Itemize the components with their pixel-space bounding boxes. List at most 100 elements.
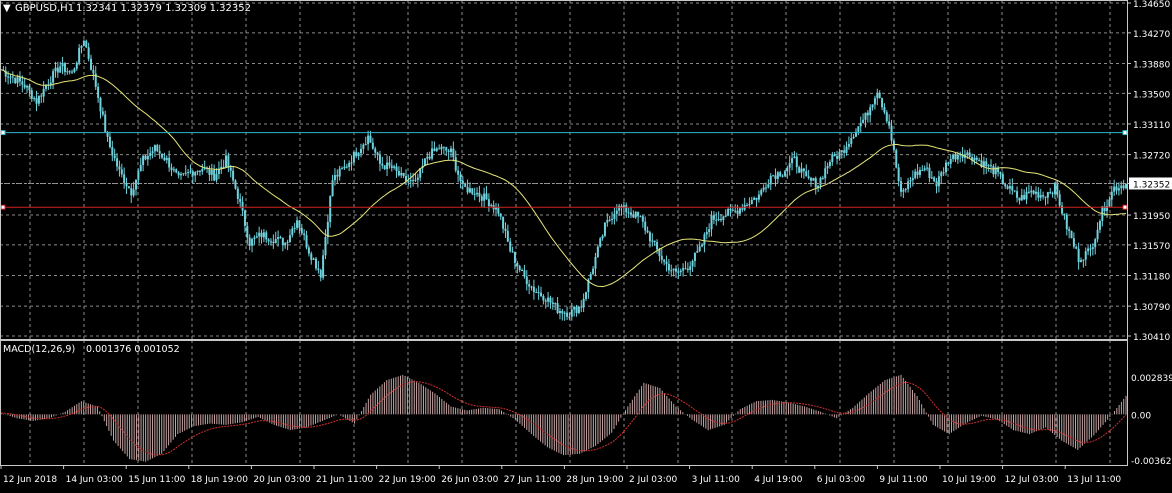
price-tick-label: 1.30410 (1133, 333, 1170, 343)
candle-body (253, 237, 256, 240)
candle-body (641, 216, 644, 222)
candle-body (251, 239, 254, 246)
cyan-line-handle-left[interactable] (0, 130, 6, 136)
candle-body (1056, 183, 1059, 195)
candle-body (149, 153, 152, 156)
candle-body (168, 157, 171, 168)
candle-body (921, 169, 924, 171)
candle-body (156, 145, 159, 152)
candle-body (684, 268, 687, 270)
candle-body (748, 204, 751, 206)
time-tick-label: 15 Jun 11:00 (128, 475, 185, 485)
candle-body (180, 174, 182, 176)
candle-body (682, 268, 685, 271)
red-line-handle-right[interactable] (1122, 204, 1128, 210)
candle-body (1018, 197, 1021, 201)
cyan-line-handle-right[interactable] (1122, 130, 1128, 136)
candle-body (513, 251, 516, 263)
candle-body (397, 170, 400, 176)
candle-body (1046, 192, 1049, 198)
candle-body (1068, 229, 1071, 232)
candle-body (502, 216, 505, 229)
candle-body (821, 177, 824, 179)
candle-body (1053, 183, 1056, 194)
candle-body (1023, 195, 1026, 200)
candle-body (54, 67, 57, 72)
candle-body (229, 167, 232, 171)
candle-body (196, 170, 199, 172)
collapse-arrow-icon[interactable]: ▼ (3, 3, 11, 14)
candle-body (852, 136, 855, 139)
candle-body (378, 154, 381, 164)
candle-body (348, 162, 351, 167)
candle-body (225, 155, 227, 168)
red-line-handle-left[interactable] (0, 204, 6, 210)
candle-body (274, 239, 277, 244)
time-tick-label: 28 Jun 19:00 (566, 475, 623, 485)
candle-body (286, 242, 289, 244)
candle-body (454, 157, 457, 171)
candle-body (715, 219, 718, 221)
candle-body (556, 303, 559, 314)
candle-body (786, 167, 789, 172)
candle-body (945, 162, 947, 173)
candle-body (78, 47, 81, 63)
candle-body (59, 66, 62, 73)
chart-svg[interactable]: ▼ GBPUSD,H1 1.32341 1.32379 1.32309 1.32… (0, 0, 1172, 489)
candle-body (511, 251, 514, 253)
candle-body (947, 162, 950, 164)
candle-body (390, 165, 393, 168)
candle-body (658, 249, 661, 256)
candle-body (163, 157, 166, 161)
candle-body (769, 175, 772, 185)
ohlc-values: 1.32341 1.32379 1.32309 1.32352 (76, 3, 251, 14)
candle-body (11, 76, 14, 78)
candle-body (873, 98, 876, 105)
candle-body (765, 187, 767, 189)
candle-body (175, 169, 178, 173)
time-tick-label: 14 Jun 03:00 (66, 475, 123, 485)
candle-body (393, 166, 396, 168)
candle-body (426, 156, 429, 159)
candle-body (7, 76, 10, 78)
candle-body (793, 156, 796, 159)
candle-body (288, 235, 291, 243)
candle-body (1037, 191, 1040, 198)
candle-body (603, 222, 606, 236)
candle-body (705, 232, 708, 235)
candle-body (736, 210, 739, 214)
candle-body (859, 122, 862, 127)
candle-body (563, 312, 566, 314)
candle-body (227, 155, 230, 168)
trading-chart[interactable]: ▼ GBPUSD,H1 1.32341 1.32379 1.32309 1.32… (0, 0, 1172, 489)
candle-body (601, 235, 604, 239)
candle-body (483, 193, 486, 201)
candle-body (975, 157, 978, 160)
candle-body (1113, 186, 1116, 192)
candle-body (677, 271, 680, 273)
candle-body (686, 268, 689, 270)
candle-body (42, 88, 45, 97)
candle-body (504, 228, 507, 231)
candle-body (767, 184, 770, 188)
candle-body (177, 172, 180, 176)
candle-body (599, 238, 602, 247)
candle-body (549, 297, 552, 303)
candle-body (1044, 196, 1047, 198)
candle-body (672, 268, 675, 271)
candle-body (639, 216, 642, 218)
candle-body (656, 242, 659, 250)
candle-body (750, 199, 753, 205)
candle-body (116, 158, 119, 167)
candle-body (416, 177, 419, 180)
candle-body (805, 171, 808, 177)
candle-body (307, 247, 310, 254)
candle-body (329, 196, 332, 223)
price-tick-label: 1.34650 (1133, 0, 1170, 10)
candle-body (187, 172, 190, 174)
candle-body (104, 114, 107, 132)
candle-body (26, 85, 29, 88)
candle-body (99, 97, 102, 112)
candle-body (182, 173, 185, 175)
candle-body (914, 171, 917, 179)
